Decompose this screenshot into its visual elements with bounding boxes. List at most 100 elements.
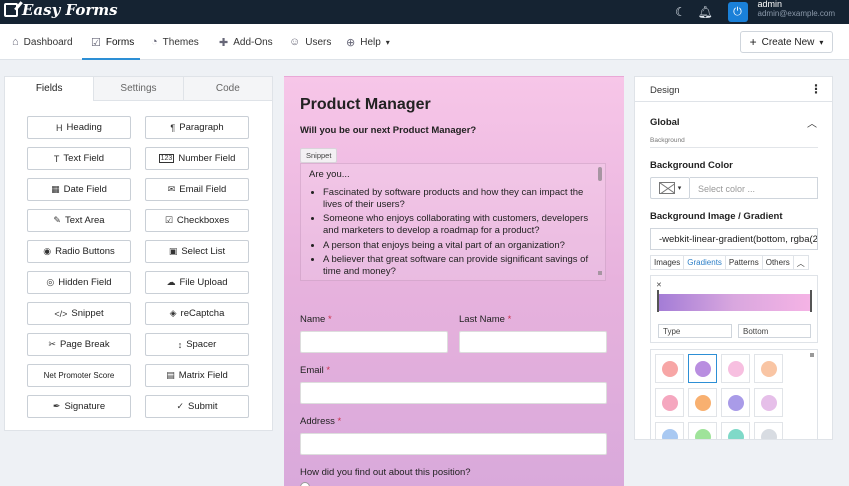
gradient-preset[interactable] bbox=[754, 422, 783, 439]
nav-help[interactable]: ⊕ Help ▾ bbox=[346, 24, 390, 60]
field-label: Matrix Field bbox=[178, 370, 228, 381]
submit-icon: ✓ bbox=[176, 401, 184, 411]
matrix-field-icon: ▤ bbox=[166, 370, 175, 380]
field-paragraph-button[interactable]: ¶ Paragraph bbox=[145, 116, 249, 139]
field-net-promoter-score-button[interactable]: Net Promoter Score bbox=[27, 364, 131, 387]
snippet-intro: Are you... bbox=[309, 169, 350, 180]
user-block[interactable]: admin admin@example.com bbox=[757, 0, 835, 18]
tab-others[interactable]: Others bbox=[761, 255, 793, 270]
section-global[interactable]: Global bbox=[650, 117, 680, 128]
field-snippet-button[interactable]: </> Snippet bbox=[27, 302, 131, 325]
page-break-icon: ✂ bbox=[48, 339, 56, 349]
field-email-field-button[interactable]: ✉ Email Field bbox=[145, 178, 249, 201]
field-date-field-button[interactable]: ▦ Date Field bbox=[27, 178, 131, 201]
gradient-preset[interactable] bbox=[655, 388, 684, 417]
nav-users[interactable]: ☺ Users bbox=[289, 24, 331, 60]
tab-gradients[interactable]: Gradients bbox=[683, 255, 725, 270]
tab-fields[interactable]: Fields bbox=[5, 77, 94, 101]
email-input[interactable] bbox=[300, 382, 607, 404]
field-number-field-button[interactable]: 123 Number Field bbox=[145, 147, 249, 170]
scrollbar[interactable] bbox=[598, 167, 602, 181]
radio-option[interactable] bbox=[300, 482, 310, 486]
nav-themes[interactable]: ◔ Themes bbox=[151, 24, 199, 60]
user-email: admin@example.com bbox=[757, 8, 835, 18]
gradient-preset[interactable] bbox=[754, 388, 783, 417]
bell-icon[interactable]: 🔔︎ bbox=[698, 5, 713, 19]
form-title[interactable]: Product Manager bbox=[300, 96, 431, 114]
top-right-controls: ☾ 🔔︎ ⏻ admin admin@example.com bbox=[674, 0, 835, 24]
gradient-preset[interactable] bbox=[655, 354, 684, 383]
gradient-preset[interactable] bbox=[721, 388, 750, 417]
nav-label: Add-Ons bbox=[233, 36, 273, 48]
tab-code[interactable]: Code bbox=[182, 77, 272, 101]
name-input[interactable] bbox=[300, 331, 448, 353]
globe-icon: ⊕ bbox=[346, 36, 356, 49]
moon-icon[interactable]: ☾ bbox=[674, 5, 688, 19]
email-field-icon: ✉ bbox=[167, 184, 176, 194]
gradient-preset[interactable] bbox=[688, 388, 717, 417]
field-submit-button[interactable]: ✓ Submit bbox=[145, 395, 249, 418]
gradient-preview[interactable] bbox=[658, 294, 810, 311]
gradient-preset[interactable] bbox=[688, 422, 717, 439]
design-header: Design ⋮ bbox=[635, 77, 832, 102]
field-file-upload-button[interactable]: ☁ File Upload bbox=[145, 271, 249, 294]
chevron-up-icon[interactable]: ︿ bbox=[807, 115, 817, 130]
nav-addons[interactable]: ✚ Add-Ons bbox=[219, 24, 273, 60]
field-spacer-button[interactable]: ↕ Spacer bbox=[145, 333, 249, 356]
field-hidden-field-button[interactable]: ◎ Hidden Field bbox=[27, 271, 131, 294]
color-input[interactable]: Select color ... bbox=[690, 177, 818, 199]
gradient-preset[interactable] bbox=[655, 422, 684, 439]
snippet-list: Fascinated by software products and how … bbox=[309, 187, 597, 278]
gradient-preset[interactable] bbox=[721, 422, 750, 439]
active-nav-indicator bbox=[82, 58, 140, 60]
app-logo[interactable]: Easy Forms bbox=[4, 1, 118, 19]
more-vertical-icon[interactable]: ⋮ bbox=[810, 82, 822, 96]
field-heading-button[interactable]: H Heading bbox=[27, 116, 131, 139]
snippet-tag: Snippet bbox=[300, 148, 338, 163]
tab-settings[interactable]: Settings bbox=[93, 77, 183, 101]
bg-image-label: Background Image / Gradient bbox=[650, 211, 783, 222]
gradient-preset[interactable] bbox=[721, 354, 750, 383]
address-input[interactable] bbox=[300, 433, 607, 455]
close-icon[interactable]: ✕ bbox=[656, 281, 662, 289]
field-matrix-field-button[interactable]: ▤ Matrix Field bbox=[145, 364, 249, 387]
tab-patterns[interactable]: Patterns bbox=[724, 255, 762, 270]
preset-swatch bbox=[694, 360, 711, 377]
gradient-preset[interactable] bbox=[754, 354, 783, 383]
gradient-input[interactable]: -webkit-linear-gradient(bottom, rgba(2 bbox=[650, 228, 818, 250]
last-name-label: Last Name * bbox=[459, 314, 511, 325]
field-label: Hidden Field bbox=[58, 277, 112, 288]
gradient-type-input[interactable]: Type bbox=[658, 324, 732, 338]
create-new-button[interactable]: + Create New ▾ bbox=[740, 31, 833, 53]
field-signature-button[interactable]: ✒ Signature bbox=[27, 395, 131, 418]
nav-dashboard[interactable]: ⌂ Dashboard bbox=[12, 24, 73, 60]
field-recaptcha-button[interactable]: ◈ reCaptcha bbox=[145, 302, 249, 325]
field-label: Page Break bbox=[59, 339, 110, 350]
gradient-stop-handle[interactable] bbox=[657, 290, 659, 312]
field-page-break-button[interactable]: ✂ Page Break bbox=[27, 333, 131, 356]
tab-images[interactable]: Images bbox=[650, 255, 684, 270]
last-name-input[interactable] bbox=[459, 331, 607, 353]
field-text-field-button[interactable]: T Text Field bbox=[27, 147, 131, 170]
select-list-icon: ▣ bbox=[168, 246, 178, 256]
field-select-list-button[interactable]: ▣ Select List bbox=[145, 240, 249, 263]
avatar[interactable]: ⏻ bbox=[727, 2, 748, 22]
chevron-up-icon[interactable]: ︿ bbox=[792, 255, 809, 270]
gradient-direction-input[interactable]: Bottom bbox=[738, 324, 811, 338]
scrollbar-arrow[interactable] bbox=[598, 271, 602, 277]
field-text-area-button[interactable]: ✎ Text Area bbox=[27, 209, 131, 232]
nav-label: Themes bbox=[162, 36, 199, 48]
field-radio-buttons-button[interactable]: ◉ Radio Buttons bbox=[27, 240, 131, 263]
nav-label: Forms bbox=[105, 36, 135, 48]
form-subtitle[interactable]: Will you be our next Product Manager? bbox=[300, 125, 476, 136]
gradient-stop-handle[interactable] bbox=[810, 290, 812, 312]
scrollbar[interactable] bbox=[810, 353, 814, 363]
field-checkboxes-button[interactable]: ☑ Checkboxes bbox=[145, 209, 249, 232]
list-item: A person that enjoys being a vital part … bbox=[323, 240, 597, 252]
snippet-block[interactable]: Are you... Fascinated by software produc… bbox=[300, 163, 606, 281]
nav-forms[interactable]: ☑ Forms bbox=[91, 24, 134, 60]
color-picker-button[interactable]: ▾ bbox=[650, 177, 690, 199]
gradient-preset[interactable] bbox=[688, 354, 717, 383]
field-label: Date Field bbox=[63, 184, 107, 195]
chevron-down-icon: ▾ bbox=[385, 37, 390, 47]
